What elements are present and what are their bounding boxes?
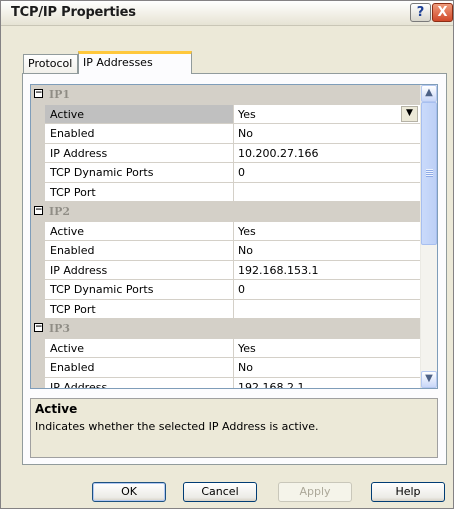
ok-button[interactable]: OK	[92, 482, 166, 502]
row-gutter	[31, 221, 45, 240]
property-value[interactable]: 192.168.2.1	[235, 378, 420, 389]
window-title: TCP/IP Properties	[11, 5, 136, 20]
category-label: IP3	[49, 322, 71, 335]
property-value[interactable]: No	[235, 358, 420, 377]
property-name[interactable]: IP Address	[45, 143, 234, 162]
property-name[interactable]: TCP Dynamic Ports	[45, 163, 234, 182]
tab-protocol[interactable]: Protocol	[23, 54, 78, 73]
cancel-button[interactable]: Cancel	[183, 482, 257, 502]
row-gutter	[31, 104, 45, 123]
collapse-minus-icon[interactable]: −	[34, 206, 43, 215]
help-button[interactable]: Help	[371, 482, 445, 502]
collapse-minus-icon[interactable]: −	[34, 323, 43, 332]
property-value[interactable]: 10.200.27.166	[235, 144, 420, 163]
property-grid-rows: − IP1 Active Yes ▼ Enabled No IP Address 10.200.…	[31, 85, 420, 389]
property-row[interactable]: Enabled No	[31, 241, 420, 261]
row-gutter	[31, 260, 45, 279]
row-gutter	[31, 124, 45, 143]
category-row[interactable]: − IP3	[31, 319, 420, 339]
tab-panel-ip-addresses: − IP1 Active Yes ▼ Enabled No IP Address 10.200.…	[22, 73, 447, 465]
row-gutter	[31, 143, 45, 162]
property-row[interactable]: TCP Dynamic Ports 0	[31, 280, 420, 300]
property-name[interactable]: Enabled	[45, 124, 234, 143]
property-name[interactable]: Active	[45, 338, 234, 357]
row-gutter	[31, 280, 45, 299]
property-row[interactable]: TCP Dynamic Ports 0	[31, 163, 420, 183]
property-value-text: No	[238, 244, 253, 257]
help-question-icon[interactable]: ?	[410, 3, 431, 22]
property-name[interactable]: Active	[45, 104, 234, 123]
category-label: IP2	[49, 205, 71, 218]
row-gutter	[31, 241, 45, 260]
property-value-text: Yes	[238, 341, 256, 355]
property-value-text: No	[238, 127, 253, 140]
scroll-up-arrow-icon[interactable]: ▲	[421, 85, 437, 102]
vertical-scrollbar[interactable]: ▲ ▼	[420, 85, 437, 388]
property-value-text: 0	[238, 283, 245, 296]
property-value[interactable]	[235, 183, 420, 202]
property-name[interactable]: TCP Port	[45, 182, 234, 201]
property-value[interactable]: 0	[235, 163, 420, 182]
property-value-text: 0	[238, 166, 245, 179]
row-gutter	[31, 377, 45, 388]
property-value[interactable]: No	[235, 241, 420, 260]
property-name[interactable]: TCP Dynamic Ports	[45, 280, 234, 299]
property-row[interactable]: IP Address 192.168.2.1	[31, 377, 420, 389]
property-row[interactable]: TCP Port	[31, 182, 420, 202]
property-value[interactable]: 0	[235, 280, 420, 299]
title-bar[interactable]: TCP/IP Properties ? X	[1, 1, 453, 26]
property-value-text: 10.200.27.166	[238, 146, 319, 160]
description-title: Active	[35, 402, 78, 416]
property-value[interactable]	[235, 300, 420, 319]
property-value[interactable]: Yes	[235, 339, 420, 358]
property-value-text: Yes	[238, 107, 256, 121]
close-icon[interactable]: X	[432, 3, 453, 22]
scroll-down-arrow-icon[interactable]: ▼	[421, 371, 437, 388]
property-name[interactable]: Active	[45, 221, 234, 240]
property-name[interactable]: Enabled	[45, 241, 234, 260]
property-name[interactable]: Enabled	[45, 358, 234, 377]
tcpip-properties-dialog: TCP/IP Properties ? X Protocol IP Addres…	[0, 0, 454, 509]
property-value-text: 192.168.153.1	[238, 263, 319, 277]
category-row[interactable]: − IP1	[31, 85, 420, 105]
description-pane: Active Indicates whether the selected IP…	[30, 398, 438, 458]
property-name[interactable]: IP Address	[45, 260, 234, 279]
category-row[interactable]: − IP2	[31, 202, 420, 222]
property-value[interactable]: Yes ▼	[235, 105, 420, 124]
property-value-text: 192.168.2.1	[238, 380, 305, 389]
property-value-text: No	[238, 361, 253, 374]
property-row[interactable]: Active Yes	[31, 221, 420, 241]
row-gutter	[31, 358, 45, 377]
collapse-minus-icon[interactable]: −	[34, 89, 43, 98]
property-name[interactable]: TCP Port	[45, 299, 234, 318]
property-value[interactable]: Yes	[235, 222, 420, 241]
scrollbar-grip	[426, 169, 433, 177]
property-value[interactable]: 192.168.153.1	[235, 261, 420, 280]
row-gutter	[31, 299, 45, 318]
property-row[interactable]: IP Address 192.168.153.1	[31, 260, 420, 280]
property-row[interactable]: Enabled No	[31, 124, 420, 144]
scrollbar-thumb[interactable]	[421, 102, 437, 245]
row-gutter	[31, 338, 45, 357]
property-row[interactable]: IP Address 10.200.27.166	[31, 143, 420, 163]
dropdown-arrow-icon[interactable]: ▼	[401, 105, 418, 122]
category-label: IP1	[49, 88, 71, 101]
description-text: Indicates whether the selected IP Addres…	[35, 420, 319, 433]
property-grid: − IP1 Active Yes ▼ Enabled No IP Address 10.200.…	[30, 84, 438, 389]
property-value[interactable]: No	[235, 124, 420, 143]
row-gutter	[31, 163, 45, 182]
apply-button[interactable]: Apply	[278, 482, 352, 502]
property-row[interactable]: Active Yes ▼	[31, 104, 420, 124]
property-row[interactable]: TCP Port	[31, 299, 420, 319]
row-gutter	[31, 182, 45, 201]
tab-ip-addresses[interactable]: IP Addresses	[78, 51, 192, 74]
property-row[interactable]: Active Yes	[31, 338, 420, 358]
property-value-text: Yes	[238, 224, 256, 238]
property-name[interactable]: IP Address	[45, 377, 234, 388]
property-row[interactable]: Enabled No	[31, 358, 420, 378]
